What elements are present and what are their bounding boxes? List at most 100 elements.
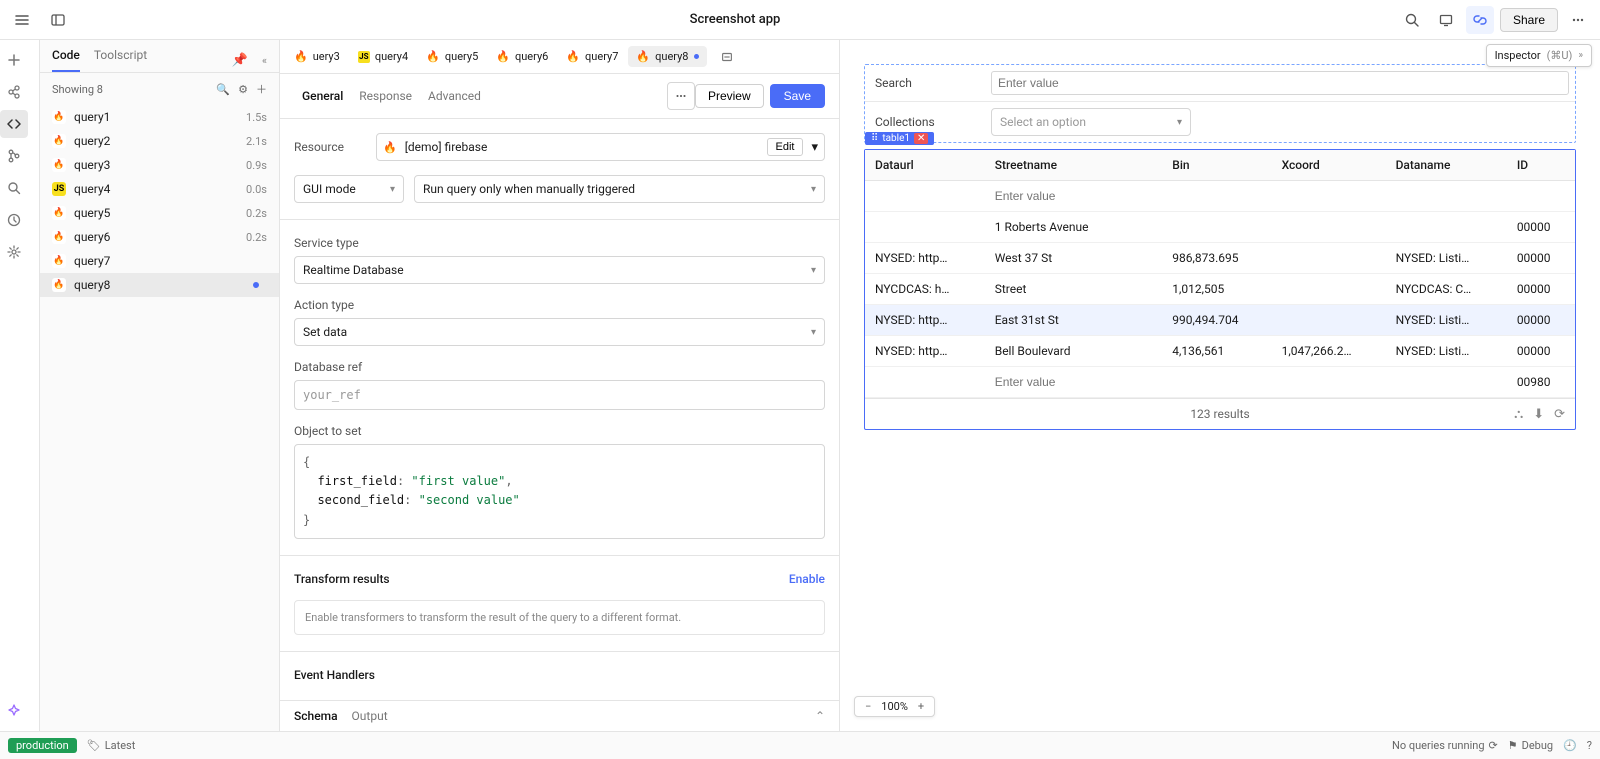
latest-label[interactable]: 🏷Latest bbox=[87, 739, 136, 752]
zoom-in-icon[interactable]: + bbox=[914, 700, 928, 713]
collapse-icon[interactable]: « bbox=[262, 54, 267, 67]
object-code-editor[interactable]: { first_field: "first value", second_fie… bbox=[294, 444, 825, 539]
table-row[interactable]: NYSED: http…Bell Boulevard4,136,5611,047… bbox=[865, 336, 1575, 367]
tab-code[interactable]: Code bbox=[52, 48, 80, 72]
inspector-badge[interactable]: Inspector (⌘U) » bbox=[1486, 44, 1592, 67]
zoom-control[interactable]: − 100% + bbox=[854, 696, 935, 717]
env-badge[interactable]: production bbox=[8, 738, 77, 753]
expand-footer-icon[interactable]: ⌃ bbox=[815, 709, 825, 723]
preview-button[interactable]: Preview bbox=[695, 84, 764, 108]
sidebar-query-item[interactable]: 🔥query7 bbox=[40, 249, 279, 273]
editor-tab[interactable]: 🔥query6 bbox=[488, 46, 556, 67]
action-type-select[interactable]: Set data ▾ bbox=[294, 318, 825, 346]
resource-select[interactable]: 🔥 [demo] firebase Edit ▾ bbox=[376, 133, 825, 161]
query-name: query7 bbox=[74, 254, 259, 268]
column-header[interactable]: Bin bbox=[1162, 150, 1271, 181]
table-row[interactable]: NYCDCAS: h…Street1,012,505NYCDCAS: C…000… bbox=[865, 274, 1575, 305]
column-header[interactable]: Dataname bbox=[1386, 150, 1507, 181]
collections-select[interactable]: Select an option ▾ bbox=[991, 108, 1191, 136]
table-row[interactable]: NYSED: http…East 31st St990,494.704NYSED… bbox=[865, 305, 1575, 336]
editor-tab[interactable]: 🔥query8 bbox=[628, 46, 706, 67]
column-header[interactable]: Xcoord bbox=[1272, 150, 1386, 181]
table-row[interactable]: NYSED: http…West 37 St986,873.695NYSED: … bbox=[865, 243, 1575, 274]
sidebar-query-item[interactable]: JSquery40.0s bbox=[40, 177, 279, 201]
editor-tab[interactable]: JSquery4 bbox=[350, 46, 416, 67]
close-tabs-icon[interactable] bbox=[713, 43, 741, 71]
rail-search-icon[interactable] bbox=[0, 174, 28, 202]
status-history-icon[interactable]: 🕘 bbox=[1563, 739, 1577, 752]
cell-input[interactable] bbox=[995, 375, 1153, 389]
sidebar-query-item[interactable]: 🔥query60.2s bbox=[40, 225, 279, 249]
db-ref-input[interactable]: your_ref bbox=[294, 380, 825, 410]
column-header[interactable]: Dataurl bbox=[865, 150, 985, 181]
preview-mode-icon[interactable] bbox=[1432, 6, 1460, 34]
filter-icon[interactable]: ⚙ bbox=[238, 83, 248, 96]
branch-icon[interactable] bbox=[0, 142, 28, 170]
sidebar-query-item[interactable]: 🔥query50.2s bbox=[40, 201, 279, 225]
zoom-out-icon[interactable]: − bbox=[861, 700, 875, 713]
editor-tab[interactable]: 🔥query7 bbox=[558, 46, 626, 67]
debug-button[interactable]: ⚑Debug bbox=[1508, 739, 1553, 752]
table-cell: NYSED: http… bbox=[865, 336, 985, 367]
table-cell bbox=[865, 367, 985, 398]
column-header[interactable]: Streetname bbox=[985, 150, 1163, 181]
sidebar-search-icon[interactable]: 🔍 bbox=[216, 83, 230, 96]
more-icon[interactable] bbox=[1564, 6, 1592, 34]
refresh-icon[interactable]: ⟳ bbox=[1554, 407, 1565, 422]
service-type-select[interactable]: Realtime Database ▾ bbox=[294, 256, 825, 284]
sparkle-icon[interactable] bbox=[0, 697, 28, 725]
dirty-dot-icon bbox=[694, 54, 699, 59]
download-icon[interactable]: ⬇ bbox=[1533, 407, 1544, 422]
gui-mode-select[interactable]: GUI mode ▾ bbox=[294, 175, 404, 203]
add-query-icon[interactable]: ＋ bbox=[256, 81, 267, 97]
tab-schema[interactable]: Schema bbox=[294, 709, 338, 723]
editor-more-icon[interactable] bbox=[667, 82, 695, 110]
sidebar-query-item[interactable]: 🔥query22.1s bbox=[40, 129, 279, 153]
delete-component-icon[interactable]: ✕ bbox=[914, 133, 928, 144]
table-row[interactable]: 1 Roberts Avenue00000 bbox=[865, 212, 1575, 243]
edit-resource-button[interactable]: Edit bbox=[767, 138, 804, 156]
firebase-icon: 🔥 bbox=[566, 50, 580, 63]
data-table[interactable]: DataurlStreetnameBinXcoordDatanameID 1 R… bbox=[865, 150, 1575, 398]
gui-mode-value: GUI mode bbox=[303, 182, 356, 196]
sidebar-query-item[interactable]: 🔥query30.9s bbox=[40, 153, 279, 177]
tab-general[interactable]: General bbox=[294, 85, 351, 107]
search-icon[interactable] bbox=[1398, 6, 1426, 34]
enable-transform-link[interactable]: Enable bbox=[789, 572, 825, 586]
tab-output[interactable]: Output bbox=[352, 709, 388, 723]
gear-icon[interactable] bbox=[0, 238, 28, 266]
drag-handle-icon[interactable]: ⠿ bbox=[871, 133, 878, 144]
table-row[interactable] bbox=[865, 181, 1575, 212]
table-row[interactable]: 00980 bbox=[865, 367, 1575, 398]
search-input[interactable] bbox=[991, 71, 1569, 95]
code-tab-icon[interactable] bbox=[0, 110, 28, 138]
history-icon[interactable] bbox=[0, 206, 28, 234]
panel-toggle-icon[interactable] bbox=[44, 6, 72, 34]
dirty-dot-icon bbox=[253, 282, 259, 288]
sidebar-query-item[interactable]: 🔥query8 bbox=[40, 273, 279, 297]
column-header[interactable]: ID bbox=[1507, 150, 1575, 181]
trigger-select[interactable]: Run query only when manually triggered ▾ bbox=[414, 175, 825, 203]
tab-toolscript[interactable]: Toolscript bbox=[94, 48, 147, 72]
sidebar-query-item[interactable]: 🔥query11.5s bbox=[40, 105, 279, 129]
queries-refresh-icon[interactable]: ⟳ bbox=[1489, 739, 1498, 752]
tab-advanced[interactable]: Advanced bbox=[420, 85, 489, 107]
menu-icon[interactable] bbox=[8, 6, 36, 34]
cell-input[interactable] bbox=[995, 189, 1153, 203]
app-title: Screenshot app bbox=[80, 12, 1390, 27]
table-cell: 00000 bbox=[1507, 274, 1575, 305]
table-filter-icon[interactable]: ⛬ bbox=[1514, 407, 1523, 422]
editor-tab[interactable]: 🔥query5 bbox=[418, 46, 486, 67]
action-type-label: Action type bbox=[294, 298, 825, 312]
help-icon[interactable]: ? bbox=[1587, 739, 1592, 752]
save-button[interactable]: Save bbox=[770, 84, 825, 108]
add-icon[interactable] bbox=[0, 46, 28, 74]
editor-tab[interactable]: 🔥uery3 bbox=[286, 46, 348, 67]
component-tag[interactable]: ⠿ table1 ✕ bbox=[865, 132, 934, 145]
rail-share-icon[interactable] bbox=[0, 78, 28, 106]
share-button[interactable]: Share bbox=[1500, 8, 1558, 32]
db-ref-label: Database ref bbox=[294, 360, 825, 374]
link-icon[interactable] bbox=[1466, 6, 1494, 34]
pin-icon[interactable]: 📌 bbox=[232, 53, 248, 68]
tab-response[interactable]: Response bbox=[351, 85, 420, 107]
